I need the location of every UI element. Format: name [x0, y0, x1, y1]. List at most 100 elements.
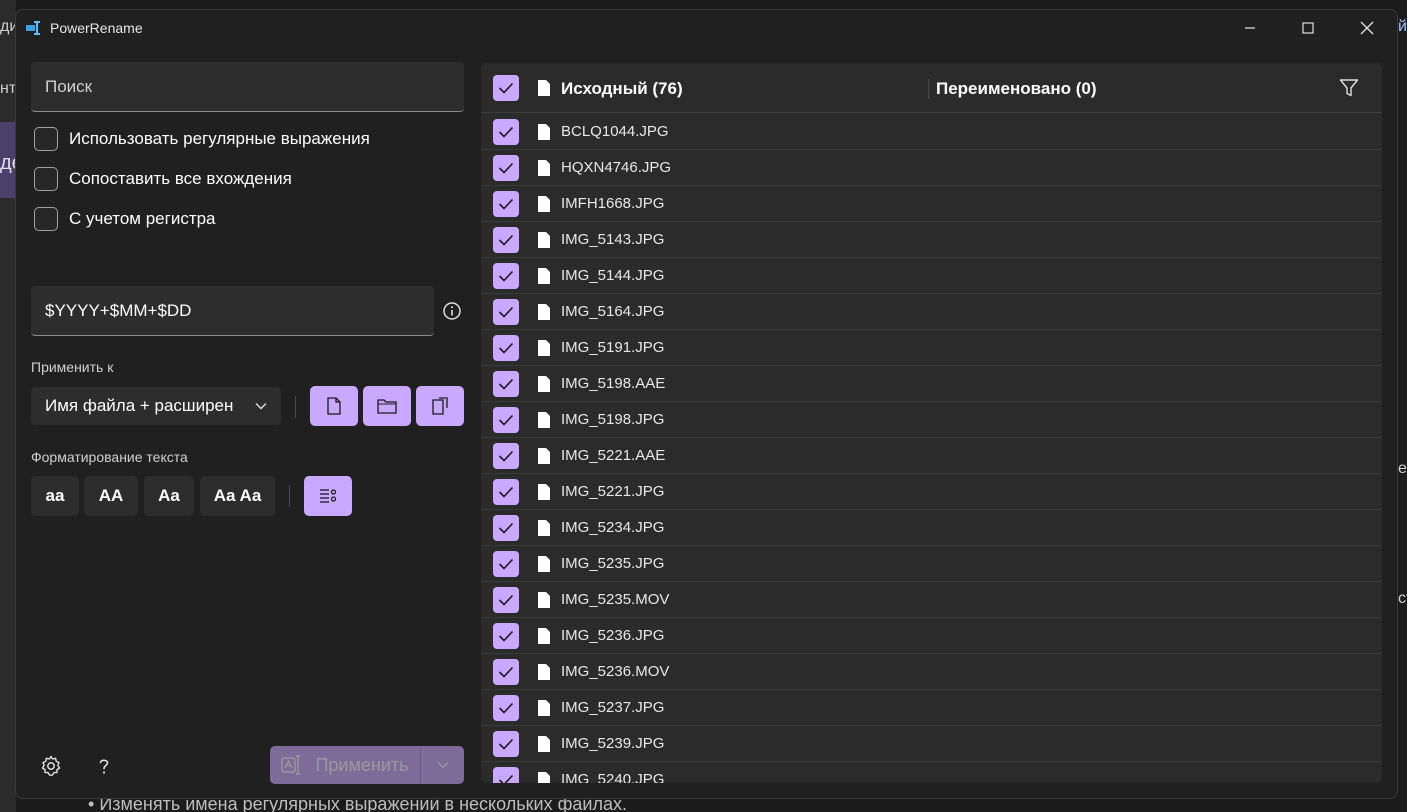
file-name: IMG_5198.JPG [561, 411, 665, 428]
file-checkbox[interactable] [493, 551, 519, 577]
enumerate-items-button[interactable] [304, 476, 352, 516]
file-row[interactable]: HQXN4746.JPG [481, 150, 1382, 186]
file-row[interactable]: IMG_5236.MOV [481, 654, 1382, 690]
file-icon [538, 268, 550, 284]
include-folders-button[interactable] [363, 386, 411, 426]
regex-checkbox[interactable] [34, 127, 58, 151]
option-regex[interactable]: Использовать регулярные выражения [34, 127, 370, 151]
file-row[interactable]: IMG_5198.AAE [481, 366, 1382, 402]
file-row[interactable]: IMG_5239.JPG [481, 726, 1382, 762]
include-files-button[interactable] [310, 386, 358, 426]
checkmark-icon [498, 270, 514, 282]
background-fragment: ст [1398, 590, 1407, 607]
include-subfolders-button[interactable] [416, 386, 464, 426]
uppercase-button[interactable]: AA [84, 476, 138, 516]
file-checkbox[interactable] [493, 695, 519, 721]
match-all-checkbox[interactable] [34, 167, 58, 191]
file-checkbox[interactable] [493, 371, 519, 397]
file-row[interactable]: IMG_5234.JPG [481, 510, 1382, 546]
file-icon [538, 448, 550, 464]
file-checkbox[interactable] [493, 299, 519, 325]
file-name: IMFH1668.JPG [561, 195, 665, 212]
capitalize-button[interactable]: Aa [144, 476, 194, 516]
file-row[interactable]: BCLQ1044.JPG [481, 114, 1382, 150]
file-list[interactable]: Исходный (76) Переименовано (0) BCLQ1044… [481, 63, 1382, 783]
option-case-sensitive[interactable]: С учетом регистра [34, 207, 216, 231]
maximize-icon [1302, 22, 1314, 34]
file-icon [538, 592, 550, 608]
info-icon[interactable] [442, 301, 462, 321]
file-row[interactable]: IMG_5235.MOV [481, 582, 1382, 618]
file-checkbox[interactable] [493, 479, 519, 505]
file-row[interactable]: IMG_5144.JPG [481, 258, 1382, 294]
case-sensitive-checkbox[interactable] [34, 207, 58, 231]
checkmark-icon [498, 126, 514, 138]
background-fragment: й [1398, 18, 1407, 35]
minimize-button[interactable] [1221, 10, 1279, 46]
file-icon [538, 304, 550, 320]
file-icon [538, 664, 550, 680]
file-checkbox[interactable] [493, 407, 519, 433]
file-checkbox[interactable] [493, 263, 519, 289]
window-title: PowerRename [50, 20, 143, 36]
file-name: IMG_5164.JPG [561, 303, 665, 320]
file-checkbox[interactable] [493, 659, 519, 685]
file-checkbox[interactable] [493, 731, 519, 757]
settings-gear-icon[interactable] [39, 754, 63, 778]
file-row[interactable]: IMG_5240.JPG [481, 762, 1382, 783]
file-row[interactable]: IMG_5198.JPG [481, 402, 1382, 438]
file-row[interactable]: IMG_5164.JPG [481, 294, 1382, 330]
powerrename-window: PowerRename Поиск Использовать регулярны… [15, 9, 1398, 799]
file-checkbox[interactable] [493, 119, 519, 145]
column-divider[interactable] [928, 79, 929, 99]
titlecase-button[interactable]: Aa Aa [200, 476, 275, 516]
replace-value: $YYYY+$MM+$DD [45, 300, 192, 320]
file-checkbox[interactable] [493, 767, 519, 783]
file-checkbox[interactable] [493, 443, 519, 469]
search-input[interactable]: Поиск [31, 62, 464, 112]
replace-input[interactable]: $YYYY+$MM+$DD [31, 286, 434, 336]
file-checkbox[interactable] [493, 515, 519, 541]
file-icon [538, 520, 550, 536]
apply-options-button[interactable] [421, 746, 464, 784]
apply-button[interactable]: Применить [270, 746, 420, 784]
help-icon[interactable] [92, 754, 116, 778]
checkmark-icon [498, 342, 514, 354]
checkmark-icon [498, 198, 514, 210]
select-all-checkbox[interactable] [493, 75, 519, 101]
option-match-all[interactable]: Сопоставить все вхождения [34, 167, 292, 191]
file-name: IMG_5144.JPG [561, 267, 665, 284]
format-label: AA [98, 486, 124, 505]
file-icon [538, 124, 550, 140]
checkmark-icon [498, 306, 514, 318]
apply-button-group[interactable]: Применить [270, 746, 464, 784]
file-checkbox[interactable] [493, 155, 519, 181]
filter-icon[interactable] [1339, 78, 1359, 98]
checkmark-icon [498, 594, 514, 606]
file-checkbox[interactable] [493, 587, 519, 613]
file-row[interactable]: IMG_5236.JPG [481, 618, 1382, 654]
original-column-header[interactable]: Исходный (76) [561, 79, 683, 99]
maximize-button[interactable] [1279, 10, 1337, 46]
file-checkbox[interactable] [493, 335, 519, 361]
minimize-icon [1245, 27, 1255, 29]
file-row[interactable]: IMG_5235.JPG [481, 546, 1382, 582]
lowercase-button[interactable]: aa [31, 476, 79, 516]
file-row[interactable]: IMG_5221.JPG [481, 474, 1382, 510]
close-button[interactable] [1338, 10, 1396, 46]
file-row[interactable]: IMG_5221.AAE [481, 438, 1382, 474]
checkmark-icon [498, 738, 514, 750]
file-checkbox[interactable] [493, 191, 519, 217]
file-icon [538, 196, 550, 212]
apply-to-dropdown[interactable]: Имя файла + расширение [31, 387, 281, 425]
file-row[interactable]: IMG_5191.JPG [481, 330, 1382, 366]
file-row[interactable]: IMG_5237.JPG [481, 690, 1382, 726]
file-row[interactable]: IMG_5143.JPG [481, 222, 1382, 258]
file-checkbox[interactable] [493, 227, 519, 253]
divider [289, 485, 290, 507]
title-bar[interactable]: PowerRename [16, 10, 1397, 46]
renamed-column-header[interactable]: Переименовано (0) [936, 79, 1096, 99]
file-icon [538, 736, 550, 752]
file-checkbox[interactable] [493, 623, 519, 649]
file-row[interactable]: IMFH1668.JPG [481, 186, 1382, 222]
